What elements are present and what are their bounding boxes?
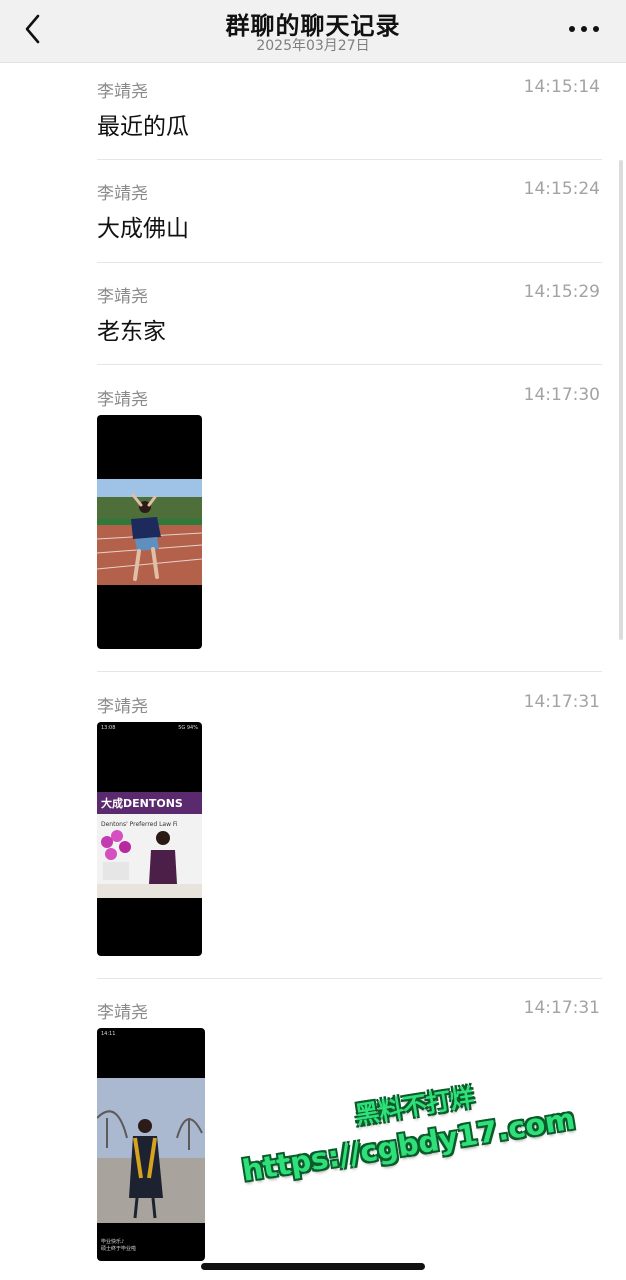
image-caption-1: 毕业快乐♪ bbox=[101, 1239, 125, 1245]
sender-name: 李靖尧 bbox=[97, 1003, 148, 1023]
image-status-right: 5G 94% bbox=[178, 725, 198, 731]
sender-name: 李靖尧 bbox=[97, 390, 148, 410]
sender-name: 李靖尧 bbox=[97, 697, 148, 717]
image-status-time: 14:11 bbox=[101, 1031, 116, 1037]
track-photo bbox=[97, 479, 202, 585]
dentons-photo: 大成DENTONS Dentons' Preferred Law Fi bbox=[97, 792, 202, 898]
message-time: 14:15:24 bbox=[523, 179, 600, 199]
message-item[interactable]: 李靖尧 14:15:14 最近的瓜 bbox=[97, 77, 602, 147]
message-item[interactable]: 李靖尧 14:17:30 bbox=[97, 385, 602, 655]
message-time: 14:17:31 bbox=[523, 692, 600, 712]
message-text: 大成佛山 bbox=[97, 216, 189, 242]
sender-name: 李靖尧 bbox=[97, 82, 148, 102]
sender-name: 李靖尧 bbox=[97, 287, 148, 307]
message-time: 14:15:14 bbox=[523, 77, 600, 97]
nav-bar: 群聊的聊天记录 2025年03月27日 bbox=[0, 0, 626, 63]
message-text: 老东家 bbox=[97, 319, 166, 345]
message-item[interactable]: 李靖尧 14:15:29 老东家 bbox=[97, 282, 602, 352]
image-status-time: 13:08 bbox=[101, 725, 116, 731]
page-date: 2025年03月27日 bbox=[256, 38, 370, 54]
sign-brand: 大成DENTONS bbox=[101, 796, 183, 810]
message-item[interactable]: 李靖尧 14:17:31 13:08 5G 94% 大成DENTONS Dent… bbox=[97, 692, 602, 962]
divider bbox=[97, 364, 602, 365]
message-text: 最近的瓜 bbox=[97, 114, 189, 140]
divider bbox=[97, 262, 602, 263]
message-time: 14:15:29 bbox=[523, 282, 600, 302]
sign-sub: Dentons' Preferred Law Fi bbox=[101, 821, 178, 828]
message-time: 14:17:30 bbox=[523, 385, 600, 405]
message-item[interactable]: 李靖尧 14:15:24 大成佛山 bbox=[97, 179, 602, 249]
sender-name: 李靖尧 bbox=[97, 184, 148, 204]
image-thumbnail[interactable]: 13:08 5G 94% 大成DENTONS Dentons' Preferre… bbox=[97, 722, 202, 956]
divider bbox=[97, 671, 602, 672]
more-button[interactable] bbox=[566, 18, 602, 40]
divider bbox=[97, 159, 602, 160]
home-indicator[interactable] bbox=[201, 1263, 425, 1270]
divider bbox=[97, 978, 602, 979]
image-caption-2: 硕士终于毕业啦 bbox=[101, 1246, 137, 1252]
message-time: 14:17:31 bbox=[523, 998, 600, 1018]
image-thumbnail[interactable]: 14:11 毕业快乐♪ 硕士终于毕业啦 bbox=[97, 1028, 205, 1261]
graduation-photo bbox=[97, 1078, 205, 1223]
scrollbar[interactable] bbox=[619, 160, 623, 640]
image-thumbnail[interactable] bbox=[97, 415, 202, 649]
